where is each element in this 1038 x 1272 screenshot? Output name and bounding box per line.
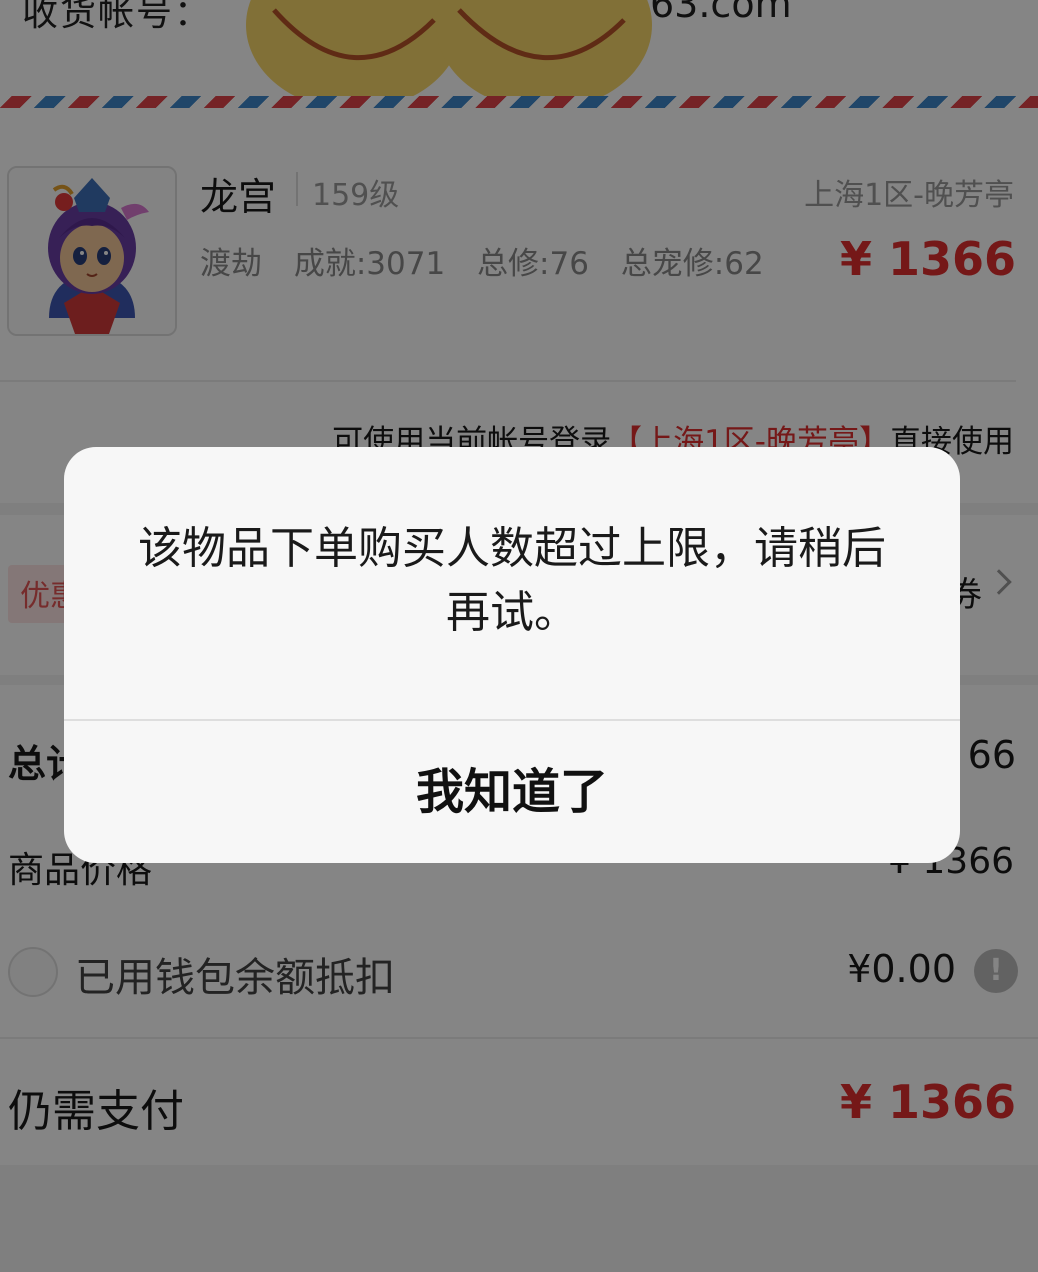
alert-message: 该物品下单购买人数超过上限，请稍后再试。 bbox=[138, 523, 886, 638]
confirm-button[interactable]: 我知道了 bbox=[64, 721, 960, 863]
alert-dialog: 该物品下单购买人数超过上限，请稍后再试。 我知道了 bbox=[64, 447, 960, 863]
order-confirm-screen: 收货帐号： 63.com 龙宫 159级 上海1区-晚芳亭 渡劫 成就:3071… bbox=[0, 0, 1038, 1272]
